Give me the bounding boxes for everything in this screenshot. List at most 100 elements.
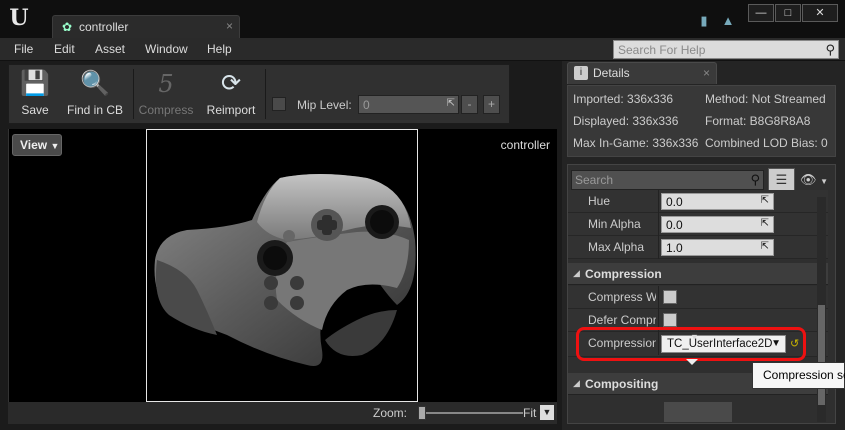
column-divider[interactable] <box>658 190 659 213</box>
mip-level-value: 0 <box>363 98 370 112</box>
find-in-cb-label: Find in CB <box>66 103 124 117</box>
tooltip-pointer <box>686 359 698 365</box>
displayed-size: Displayed: 336x336 <box>573 114 679 128</box>
compress-without-alpha-checkbox[interactable] <box>663 290 677 304</box>
property-row-hue: Hue 0.0 ⇱ <box>568 190 828 213</box>
property-row-min-alpha: Min Alpha 0.0 ⇱ <box>568 213 828 236</box>
property-row-max-alpha: Max Alpha 1.0 ⇱ <box>568 236 828 259</box>
reimport-label: Reimport <box>206 103 256 117</box>
unreal-logo-icon[interactable]: U <box>6 5 32 31</box>
info-icon: i <box>574 66 588 80</box>
find-in-cb-button[interactable]: 🔍 Find in CB <box>63 67 127 123</box>
help-search-input[interactable]: Search For Help ⚲ <box>613 40 839 59</box>
menu-file[interactable]: File <box>14 42 33 56</box>
hue-label: Hue <box>588 194 611 208</box>
mip-decrement-button[interactable]: - <box>461 95 478 114</box>
property-row-compress-without-alpha: Compress Wi <box>568 286 828 309</box>
gamepad-texture-image <box>154 174 416 366</box>
texture-preview-frame <box>146 129 418 402</box>
zoom-label: Zoom: <box>373 406 408 420</box>
mip-level-checkbox[interactable] <box>272 97 286 111</box>
menu-bar: File Edit Asset Window Help Search For H… <box>0 38 845 61</box>
defer-compression-label: Defer Compre <box>588 313 656 327</box>
eye-icon: 👁 <box>800 172 817 187</box>
composite-texture-thumbnail[interactable] <box>664 402 732 422</box>
max-in-game-size: Max In-Game: 336x336 <box>573 136 699 150</box>
resize-grip-icon: ⇱ <box>446 98 455 109</box>
combined-lod-bias: Combined LOD Bias: 0 <box>705 136 828 150</box>
max-alpha-field[interactable]: 1.0 ⇱ <box>661 239 774 256</box>
list-icon: ☰ <box>775 172 788 187</box>
search-icon: ⚲ <box>750 172 760 187</box>
max-alpha-label: Max Alpha <box>588 240 645 254</box>
property-matrix-button[interactable]: ☰ <box>768 168 795 192</box>
toolbar-separator <box>133 69 134 119</box>
collapse-arrow-icon: ◢ <box>573 378 580 388</box>
resize-grip-icon: ⇱ <box>760 195 769 206</box>
hue-value: 0.0 <box>666 195 683 209</box>
zoom-fit-label: Fit <box>523 406 537 420</box>
resize-grip-icon: ⇱ <box>760 218 769 229</box>
minimize-button[interactable]: — <box>748 4 774 22</box>
menu-help[interactable]: Help <box>207 42 232 56</box>
search-icon[interactable]: ⚲ <box>825 42 835 58</box>
texture-info-box: Imported: 336x336 Method: Not Streamed D… <box>567 85 836 157</box>
mip-level-label: Mip Level: <box>297 98 352 112</box>
streaming-method: Method: Not Streamed <box>705 92 826 106</box>
reimport-icon: ⟳ <box>220 70 242 97</box>
graduation-cap-icon[interactable]: ▲ <box>719 13 737 29</box>
close-icon[interactable]: × <box>226 19 233 33</box>
compress-without-alpha-label: Compress Wi <box>588 290 656 304</box>
save-label: Save <box>21 103 49 117</box>
texture-toolbar: 💾 Save 🔍 Find in CB 5 Compress ⟳ Reimpor… <box>8 64 510 124</box>
resize-grip-icon: ⇱ <box>760 241 769 252</box>
min-alpha-field[interactable]: 0.0 ⇱ <box>661 216 774 233</box>
save-button[interactable]: 💾 Save <box>13 67 57 123</box>
column-divider[interactable] <box>658 286 659 309</box>
view-button-label: View <box>20 138 48 152</box>
document-tab-label: controller <box>79 20 129 34</box>
maximize-button[interactable]: □ <box>775 4 801 22</box>
collapse-arrow-icon: ◢ <box>573 268 580 278</box>
zoom-slider-track[interactable] <box>421 412 523 414</box>
scrollbar-thumb[interactable] <box>818 305 825 405</box>
texture-viewport[interactable]: View ▼ controller <box>8 129 557 402</box>
texture-name-label: controller <box>500 138 550 152</box>
compress-icon: 5 <box>158 70 174 98</box>
hue-field[interactable]: 0.0 ⇱ <box>661 193 774 210</box>
property-search-input[interactable]: Search ⚲ <box>571 170 764 190</box>
close-window-button[interactable]: ✕ <box>802 4 838 22</box>
zoom-dropdown-button[interactable]: ▼ <box>540 405 554 420</box>
mip-level-field[interactable]: 0 ⇱ <box>358 95 459 114</box>
menu-window[interactable]: Window <box>145 42 188 56</box>
details-tab-label: Details <box>593 66 630 80</box>
menu-asset[interactable]: Asset <box>95 42 125 56</box>
menu-edit[interactable]: Edit <box>54 42 75 56</box>
details-tab[interactable]: i Details × <box>567 62 717 84</box>
toolbar-separator <box>265 69 266 119</box>
chat-bubble-icon[interactable]: ▮ <box>695 13 713 29</box>
help-search-placeholder: Search For Help <box>618 43 706 57</box>
reimport-button[interactable]: ⟳ Reimport <box>203 67 259 123</box>
tooltip-text: Compression se <box>763 368 845 382</box>
defer-compression-checkbox[interactable] <box>663 313 677 327</box>
pixel-format: Format: B8G8R8A8 <box>705 114 811 128</box>
view-options-button[interactable]: View ▼ <box>12 134 62 156</box>
floppy-disk-icon: 💾 <box>20 70 50 97</box>
chevron-down-icon: ▼ <box>820 177 829 186</box>
compression-settings-highlight <box>576 327 806 361</box>
zoom-slider-handle[interactable] <box>418 406 426 420</box>
view-options-eye-button[interactable]: 👁 ▼ <box>800 172 828 188</box>
column-divider[interactable] <box>658 236 659 259</box>
category-compression[interactable]: ◢ Compression <box>568 263 828 285</box>
compress-button[interactable]: 5 Compress <box>137 67 195 123</box>
compress-label: Compress <box>138 103 194 117</box>
document-tab-controller[interactable]: ✿ controller × <box>52 15 240 38</box>
magnifier-icon: 🔍 <box>80 70 110 97</box>
zoom-bar: Zoom: Fit ▼ <box>8 402 557 424</box>
texture-asset-icon: ✿ <box>61 20 73 34</box>
close-icon[interactable]: × <box>703 66 710 80</box>
column-divider[interactable] <box>658 213 659 236</box>
compression-settings-tooltip: Compression se <box>752 362 845 389</box>
mip-increment-button[interactable]: + <box>483 95 500 114</box>
